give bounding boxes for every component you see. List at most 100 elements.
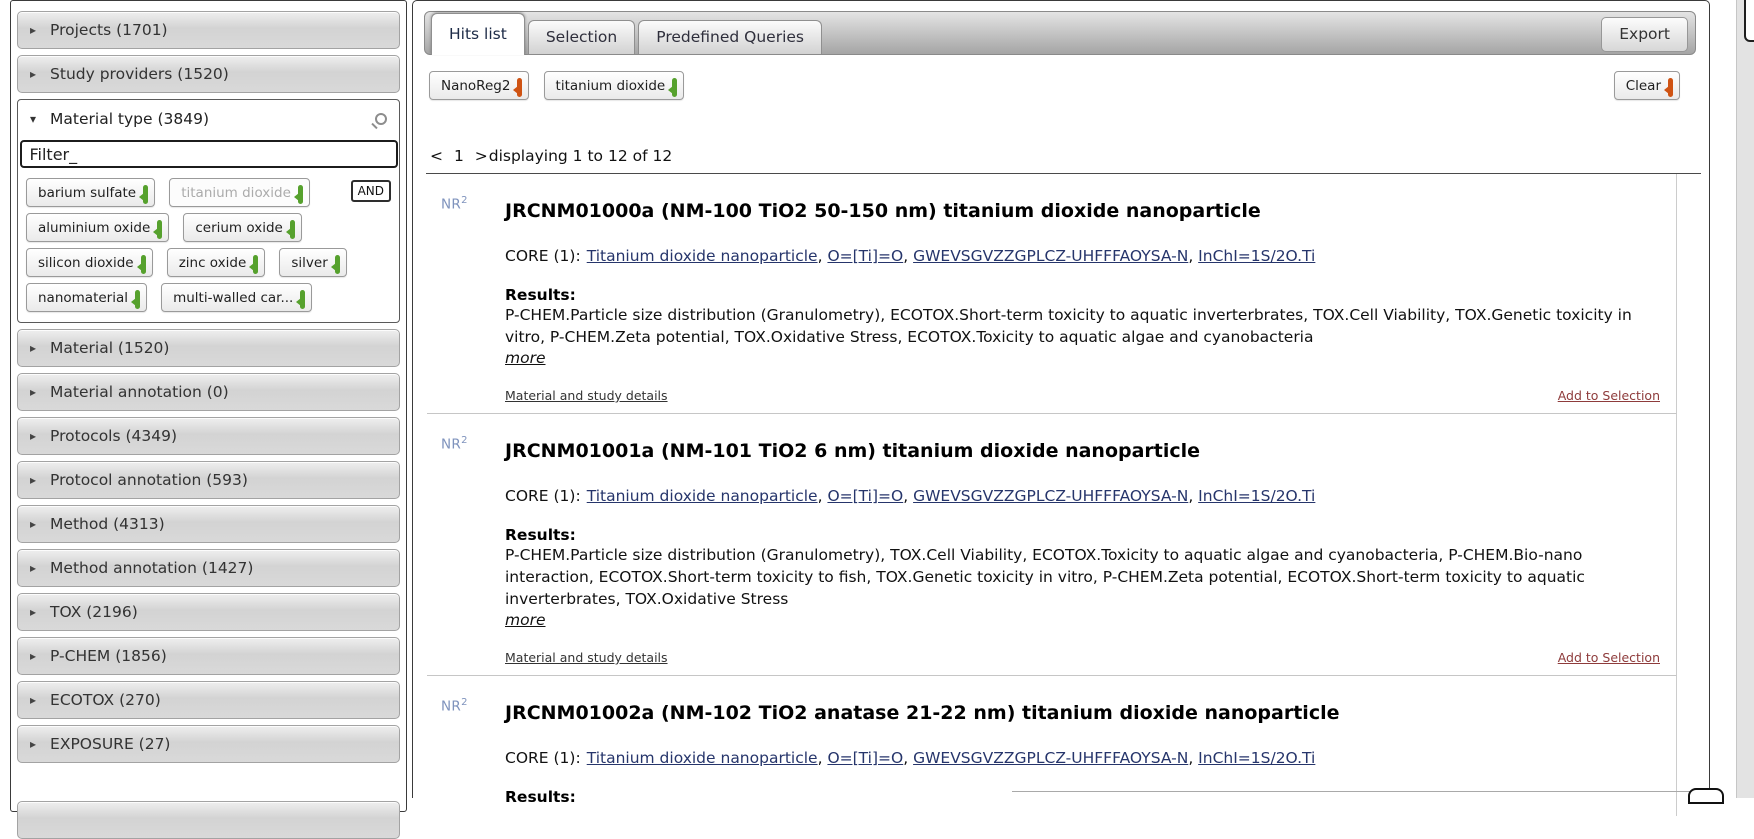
add-to-selection-link[interactable]: Add to Selection (1558, 650, 1660, 665)
results-text: P-CHEM.Particle size distribution (Granu… (505, 544, 1666, 610)
tab-bar: Hits list Selection Predefined Queries E… (424, 11, 1696, 55)
nanoreg2-badge: NR2 (441, 190, 505, 403)
caret-right-icon: ▸ (30, 517, 36, 531)
accordion-section-tox[interactable]: ▸ TOX (2196) (17, 593, 400, 631)
accordion-section-protocol-annotation[interactable]: ▸ Protocol annotation (593) (17, 461, 400, 499)
core-link-name[interactable]: Titanium dioxide nanoparticle (587, 749, 818, 767)
results-text: P-CHEM.Particle size distribution (Granu… (505, 304, 1666, 348)
result-title: JRCNM01000a (NM-100 TiO2 50-150 nm) tita… (505, 200, 1666, 222)
caret-right-icon: ▸ (30, 649, 36, 663)
active-filter-nanoreg2[interactable]: NanoReg2 (429, 71, 529, 100)
chip-label: silicon dioxide (38, 255, 134, 271)
accordion-section-exposure[interactable]: ▸ EXPOSURE (27) (17, 725, 400, 763)
facet-chip-titanium-dioxide[interactable]: titanium dioxide (169, 178, 310, 207)
accordion-section-protocols[interactable]: ▸ Protocols (4349) (17, 417, 400, 455)
top-right-panel-fragment (1744, 0, 1754, 42)
nanoreg2-badge: NR2 (441, 430, 505, 665)
nanoreg2-badge: NR2 (441, 692, 505, 806)
results-label: Results: (505, 526, 1666, 544)
accordion-section-partial[interactable] (17, 801, 400, 839)
chip-row: aluminium oxide cerium oxide (26, 213, 393, 242)
accordion-section-projects[interactable]: ▸ Projects (1701) (17, 11, 400, 49)
accordion-section-ecotox[interactable]: ▸ ECOTOX (270) (17, 681, 400, 719)
chip-label: zinc oxide (179, 255, 247, 271)
filter-marker-icon (517, 78, 522, 97)
core-link-name[interactable]: Titanium dioxide nanoparticle (587, 247, 818, 265)
facet-chip-zinc-oxide[interactable]: zinc oxide (167, 248, 266, 277)
next-page-button[interactable]: > (472, 147, 488, 165)
filter-marker-icon (290, 220, 295, 239)
tab-predefined-queries[interactable]: Predefined Queries (638, 20, 822, 54)
prev-page-button[interactable]: < (427, 147, 446, 165)
accordion-section-study-providers[interactable]: ▸ Study providers (1520) (17, 55, 400, 93)
search-icon[interactable] (375, 113, 387, 125)
facet-chip-aluminium-oxide[interactable]: aluminium oxide (26, 213, 169, 242)
accordion-label: Method annotation (1427) (50, 559, 253, 577)
result-card: NR2 JRCNM01001a (NM-101 TiO2 6 nm) titan… (427, 414, 1677, 676)
core-link-smiles[interactable]: O=[Ti]=O (827, 487, 903, 505)
facet-chip-barium-sulfate[interactable]: barium sulfate (26, 178, 155, 207)
chip-label: barium sulfate (38, 185, 136, 201)
vertical-scrollbar[interactable] (1736, 0, 1754, 798)
hits-panel: Hits list Selection Predefined Queries E… (412, 0, 1710, 798)
chip-row: barium sulfate titanium dioxide AND (26, 178, 393, 207)
accordion-label: Protocols (4349) (50, 427, 177, 445)
caret-right-icon: ▸ (30, 561, 36, 575)
caret-down-icon: ▾ (30, 112, 36, 126)
accordion-section-material[interactable]: ▸ Material (1520) (17, 329, 400, 367)
core-label: CORE (1): (505, 749, 581, 767)
facet-chip-cerium-oxide[interactable]: cerium oxide (183, 213, 302, 242)
more-link[interactable]: more (505, 349, 546, 367)
core-link-inchi[interactable]: InChI=1S/2O.Ti (1198, 749, 1315, 767)
tab-selection[interactable]: Selection (528, 20, 635, 54)
core-link-smiles[interactable]: O=[Ti]=O (827, 247, 903, 265)
core-link-inchi[interactable]: InChI=1S/2O.Ti (1198, 247, 1315, 265)
accordion-label: Study providers (1520) (50, 65, 229, 83)
filter-marker-icon (335, 255, 340, 274)
facet-chip-silicon-dioxide[interactable]: silicon dioxide (26, 248, 153, 277)
core-link-smiles[interactable]: O=[Ti]=O (827, 749, 903, 767)
chip-label: silver (291, 255, 327, 271)
facet-filter-input[interactable] (20, 140, 398, 168)
core-link-inchikey[interactable]: GWEVSGVZZGPLCZ-UHFFFAOYSA-N (913, 749, 1188, 767)
core-label: CORE (1): (505, 247, 581, 265)
chip-label: aluminium oxide (38, 220, 150, 236)
material-study-details-link[interactable]: Material and study details (505, 388, 668, 403)
core-link-inchikey[interactable]: GWEVSGVZZGPLCZ-UHFFFAOYSA-N (913, 487, 1188, 505)
accordion-section-material-annotation[interactable]: ▸ Material annotation (0) (17, 373, 400, 411)
pagination: < 1 >displaying 1 to 12 of 12 (427, 147, 672, 165)
facet-chip-nanomaterial[interactable]: nanomaterial (26, 283, 147, 312)
clear-filters-button[interactable]: Clear (1614, 71, 1680, 100)
accordion-section-p-chem[interactable]: ▸ P-CHEM (1856) (17, 637, 400, 675)
core-link-inchikey[interactable]: GWEVSGVZZGPLCZ-UHFFFAOYSA-N (913, 247, 1188, 265)
accordion-label: Protocol annotation (593) (50, 471, 248, 489)
active-filter-titanium-dioxide[interactable]: titanium dioxide (544, 71, 685, 100)
accordion-label: EXPOSURE (27) (50, 735, 170, 753)
accordion-section-method[interactable]: ▸ Method (4313) (17, 505, 400, 543)
facet-chip-multi-walled-carbon[interactable]: multi-walled car... (161, 283, 312, 312)
facet-chip-silver[interactable]: silver (279, 248, 346, 277)
add-to-selection-link[interactable]: Add to Selection (1558, 388, 1660, 403)
filter-marker-icon (253, 255, 258, 274)
filter-marker-icon (157, 220, 162, 239)
material-study-details-link[interactable]: Material and study details (505, 650, 668, 665)
filter-marker-icon (298, 185, 303, 204)
core-link-inchi[interactable]: InChI=1S/2O.Ti (1198, 487, 1315, 505)
accordion-label: ECOTOX (270) (50, 691, 161, 709)
current-page[interactable]: 1 (451, 147, 467, 165)
core-link-name[interactable]: Titanium dioxide nanoparticle (587, 487, 818, 505)
accordion-section-material-type[interactable]: ▾ Material type (3849) (18, 100, 399, 138)
result-body: JRCNM01002a (NM-102 TiO2 anatase 21-22 n… (505, 692, 1676, 806)
chip-label: multi-walled car... (173, 290, 293, 306)
export-button[interactable]: Export (1601, 17, 1688, 52)
caret-right-icon: ▸ (30, 429, 36, 443)
filter-marker-icon (300, 290, 305, 309)
filter-marker-icon (143, 185, 148, 204)
accordion-section-method-annotation[interactable]: ▸ Method annotation (1427) (17, 549, 400, 587)
more-link[interactable]: more (505, 611, 546, 629)
material-type-chips: barium sulfate titanium dioxide AND alum… (18, 176, 399, 312)
tab-hits-list[interactable]: Hits list (431, 13, 525, 55)
and-operator-button[interactable]: AND (351, 180, 391, 202)
core-label: CORE (1): (505, 487, 581, 505)
chip-label: titanium dioxide (556, 78, 666, 94)
